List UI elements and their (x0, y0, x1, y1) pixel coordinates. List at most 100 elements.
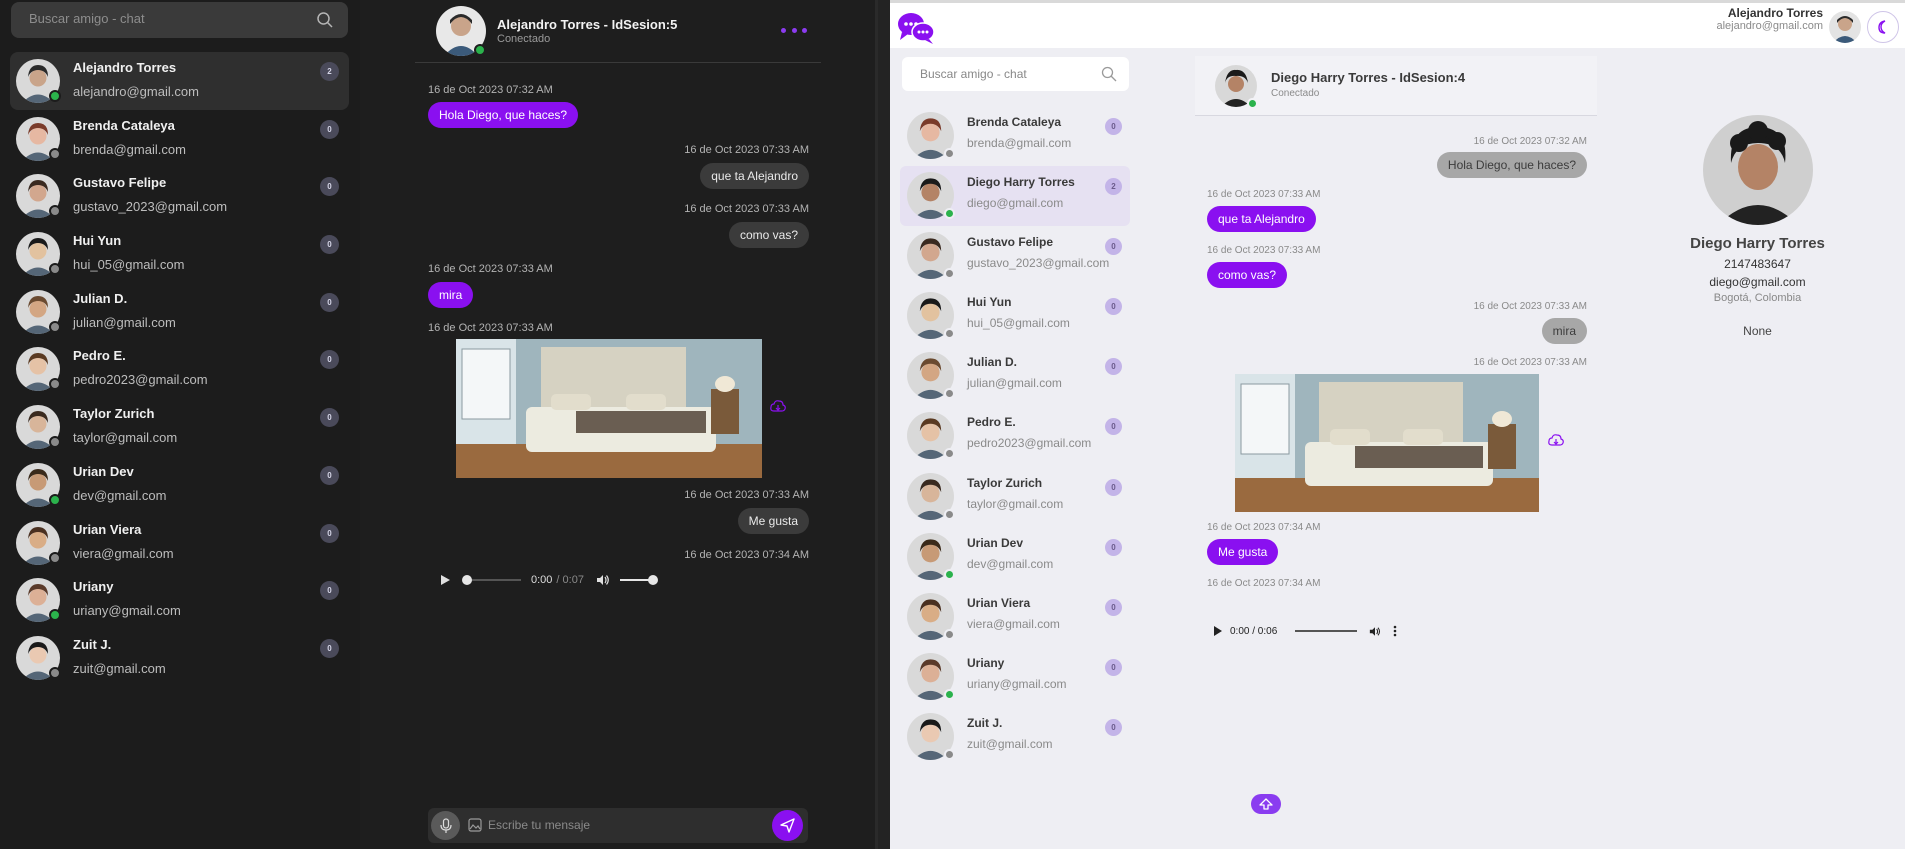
send-button[interactable] (772, 810, 803, 841)
contact-email: taylor@gmail.com (967, 496, 1064, 511)
contact-item[interactable]: Uriany uriany@gmail.com 0 (10, 571, 349, 629)
unread-count-badge: 2 (320, 62, 339, 81)
play-icon[interactable] (439, 574, 451, 586)
dark-search-input[interactable] (29, 11, 299, 26)
message-input[interactable] (488, 818, 758, 832)
contact-email: julian@gmail.com (73, 314, 176, 330)
current-user-avatar[interactable] (1829, 11, 1861, 43)
unread-count-badge: 0 (320, 581, 339, 601)
contact-item[interactable]: Brenda Cataleya brenda@gmail.com 0 (900, 106, 1130, 166)
light-theme-chat-window: Alejandro Torres alejandro@gmail.com Bre… (890, 0, 1905, 849)
microphone-button[interactable] (431, 811, 460, 840)
contact-email: viera@gmail.com (967, 616, 1060, 631)
contact-item[interactable]: Gustavo Felipe gustavo_2023@gmail.com 0 (900, 226, 1130, 286)
message-timestamp: 16 de Oct 2023 07:34 AM (684, 549, 809, 561)
unread-count-badge: 0 (1105, 598, 1122, 616)
message-timestamp: 16 de Oct 2023 07:34 AM (1207, 522, 1321, 533)
contact-item[interactable]: Hui Yun hui_05@gmail.com 0 (10, 225, 349, 283)
contact-item[interactable]: Julian D. julian@gmail.com 0 (900, 346, 1130, 406)
search-icon[interactable] (1101, 66, 1117, 82)
volume-icon[interactable] (1369, 626, 1381, 637)
message-bubble-sent: Me gusta (1207, 539, 1279, 565)
download-cloud-icon[interactable] (770, 400, 786, 413)
status-dot (944, 568, 955, 580)
contact-item[interactable]: Zuit J. zuit@gmail.com 0 (10, 629, 349, 687)
unread-count-badge: 0 (1105, 238, 1122, 256)
image-attach-icon[interactable] (468, 818, 482, 832)
contact-item[interactable]: Alejandro Torres alejandro@gmail.com 2 (10, 52, 349, 110)
contact-item[interactable]: Pedro E. pedro2023@gmail.com 0 (10, 340, 349, 398)
unread-count-badge: 2 (1105, 178, 1122, 196)
contact-item[interactable]: Taylor Zurich taylor@gmail.com 0 (10, 398, 349, 456)
dark-mode-toggle[interactable] (1867, 11, 1899, 43)
download-cloud-icon[interactable] (1548, 434, 1564, 447)
contact-email: gustavo_2023@gmail.com (73, 199, 228, 215)
chat-logo-icon[interactable] (896, 11, 936, 45)
contact-item[interactable]: Pedro E. pedro2023@gmail.com 0 (900, 406, 1130, 466)
status-dot (49, 320, 61, 333)
scroll-to-bottom-button[interactable] (1251, 794, 1281, 814)
contact-item[interactable]: Urian Viera viera@gmail.com 0 (10, 514, 349, 572)
status-dot (49, 436, 61, 449)
contact-item[interactable]: Diego Harry Torres diego@gmail.com 2 (900, 166, 1130, 227)
contact-email: hui_05@gmail.com (73, 257, 185, 273)
contact-item[interactable]: Urian Dev dev@gmail.com 0 (900, 527, 1130, 587)
contact-email: uriany@gmail.com (73, 603, 181, 619)
status-dot (49, 551, 61, 564)
unread-count-badge: 0 (320, 350, 339, 370)
contact-name: Uriany (73, 579, 114, 595)
more-options-icon[interactable] (781, 22, 807, 38)
light-search-box[interactable] (902, 57, 1129, 91)
light-search-input[interactable] (920, 67, 1090, 81)
message-bubble-sent: que ta Alejandro (700, 163, 809, 189)
contact-email: taylor@gmail.com (73, 430, 178, 446)
contact-name: Urian Dev (967, 535, 1024, 550)
volume-slider[interactable] (619, 575, 658, 585)
contact-item[interactable]: Julian D. julian@gmail.com 0 (10, 283, 349, 341)
audio-progress-slider[interactable] (1295, 630, 1358, 632)
volume-icon[interactable] (596, 574, 610, 586)
unread-count-badge: 0 (320, 638, 339, 658)
search-icon[interactable] (316, 11, 334, 29)
image-message[interactable] (456, 339, 762, 478)
status-dot (49, 263, 61, 276)
contact-item[interactable]: Urian Viera viera@gmail.com 0 (900, 587, 1130, 647)
current-user-name: Alejandro Torres (1727, 6, 1823, 20)
unread-count-badge: 0 (320, 523, 339, 543)
contact-name: Hui Yun (73, 233, 122, 249)
contact-name: Brenda Cataleya (73, 117, 175, 133)
unread-count-badge: 0 (320, 408, 339, 428)
image-message[interactable] (1235, 374, 1539, 512)
contact-name: Julian D. (73, 290, 128, 306)
contact-item[interactable]: Gustavo Felipe gustavo_2023@gmail.com 0 (10, 167, 349, 225)
contact-name: Brenda Cataleya (967, 115, 1062, 129)
status-dot (944, 508, 955, 520)
audio-player: 0:00 / 0:07 (439, 569, 661, 591)
message-timestamp: 16 de Oct 2023 07:33 AM (1207, 189, 1321, 200)
status-dot (944, 208, 955, 220)
contact-name: Urian Viera (967, 595, 1031, 610)
message-timestamp: 16 de Oct 2023 07:33 AM (1473, 301, 1587, 312)
contact-item[interactable]: Zuit J. zuit@gmail.com 0 (900, 707, 1130, 767)
profile-name: Diego Harry Torres (1690, 235, 1825, 252)
online-status-dot (1247, 98, 1258, 109)
message-timestamp: 16 de Oct 2023 07:33 AM (1207, 245, 1321, 256)
dark-search-box[interactable] (11, 2, 348, 38)
send-icon (780, 818, 795, 833)
contact-item[interactable]: Brenda Cataleya brenda@gmail.com 0 (10, 110, 349, 168)
dark-theme-chat-window: Alejandro Torres alejandro@gmail.com 2 Bren… (0, 0, 878, 849)
more-vertical-icon[interactable] (1393, 625, 1397, 637)
unread-count-badge: 0 (320, 292, 339, 312)
play-icon[interactable] (1213, 626, 1223, 636)
contact-email: uriany@gmail.com (967, 676, 1067, 691)
contact-item[interactable]: Urian Dev dev@gmail.com 0 (10, 456, 349, 514)
light-chat-panel: Diego Harry Torres - IdSesion:4 Conectad… (1195, 56, 1597, 849)
contact-item[interactable]: Hui Yun hui_05@gmail.com 0 (900, 286, 1130, 346)
status-dot (944, 148, 955, 159)
contact-item[interactable]: Uriany uriany@gmail.com 0 (900, 647, 1130, 707)
unread-count-badge: 0 (320, 119, 339, 139)
contact-name: Alejandro Torres (73, 60, 177, 75)
audio-progress-slider[interactable] (462, 575, 521, 585)
message-bubble-received: mira (1541, 318, 1587, 344)
contact-item[interactable]: Taylor Zurich taylor@gmail.com 0 (900, 467, 1130, 527)
